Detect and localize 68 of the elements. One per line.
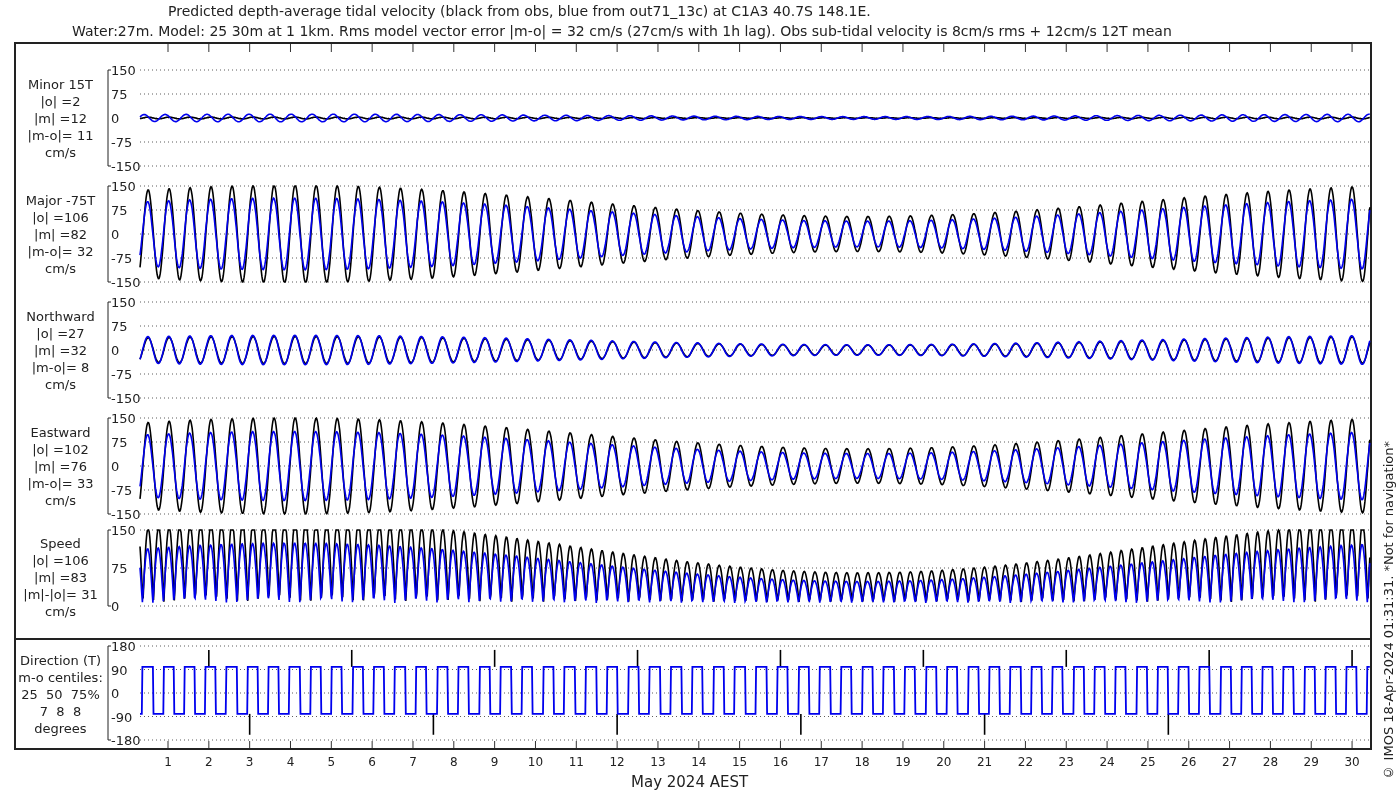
x-tick-label: 4: [286, 755, 295, 769]
y-tick-label: 0: [111, 686, 120, 701]
panel-stats-label: Minor 15T |o| =2 |m| =12 |m-o|= 11 cm/s: [27, 75, 94, 161]
x-tick-label: 5: [327, 755, 336, 769]
x-tick-label: 20: [936, 755, 952, 769]
y-tick-label: 150: [111, 411, 136, 426]
x-tick-label: 29: [1303, 755, 1319, 769]
x-tick-label: 6: [368, 755, 376, 769]
copyright-notice: © IMOS 18-Apr-2024 01:31:31. *Not for navigation*: [1381, 441, 1397, 780]
panel-stats-label: Major -75T |o| =106 |m| =82 |m-o|= 32 cm/s: [25, 191, 96, 277]
x-tick-label: 25: [1140, 755, 1156, 769]
x-tick-label: 15: [732, 755, 748, 769]
y-tick-label: 150: [111, 523, 136, 538]
y-tick-label: 75: [111, 561, 128, 576]
panel-stats-label: Eastward |o| =102 |m| =76 |m-o|= 33 cm/s: [27, 423, 94, 509]
x-tick-label: 18: [854, 755, 870, 769]
panel-stats-label: Northward |o| =27 |m| =32 |m-o|= 8 cm/s: [26, 307, 95, 393]
chart-subtitle: Water:27m. Model: 25 30m at 1 1km. Rms model vector error |m-o| = 32 cm/s (27cm/s with 1h lag). Obs sub-tidal velocity is 8cm/s rms + 12cm/s 12T mean: [72, 22, 1173, 41]
x-tick-label: 12: [609, 755, 625, 769]
y-tick-label: 150: [111, 63, 136, 78]
x-axis-label: May 2024 AEST: [631, 773, 749, 791]
y-tick-label: 90: [111, 662, 128, 678]
x-tick-label: 7: [409, 755, 417, 769]
x-tick-label: 23: [1058, 755, 1074, 769]
x-tick-label: 9: [490, 755, 499, 769]
x-tick-label: 14: [691, 755, 707, 769]
y-tick-label: -180: [111, 733, 141, 748]
y-tick-label: 0: [111, 111, 120, 126]
y-tick-label: 75: [111, 87, 128, 102]
x-tick-label: 17: [813, 755, 829, 769]
y-tick-label: -75: [111, 483, 133, 498]
y-tick-label: 75: [111, 435, 128, 450]
x-tick-label: 21: [976, 755, 993, 769]
y-tick-label: 180: [111, 639, 136, 654]
x-tick-label: 19: [895, 755, 911, 769]
y-tick-label: -75: [111, 367, 133, 382]
x-tick-label: 10: [527, 755, 544, 769]
y-tick-label: 150: [111, 295, 136, 310]
y-tick-label: 0: [111, 227, 120, 242]
x-tick-label: 16: [772, 755, 789, 769]
x-tick-label: 24: [1099, 755, 1115, 769]
chart-title: Predicted depth-average tidal velocity (black from obs, blue from out71_13c) at C1A3 40.7S 148.1E.: [168, 2, 872, 21]
y-tick-label: 150: [111, 179, 136, 194]
y-tick-label: 75: [111, 319, 128, 334]
y-tick-label: 0: [111, 599, 120, 614]
y-tick-label: -90: [111, 709, 133, 725]
x-tick-label: 28: [1262, 755, 1279, 769]
x-tick-label: 11: [568, 755, 584, 769]
y-tick-label: 0: [111, 343, 120, 358]
y-tick-label: -150: [111, 275, 141, 290]
y-tick-label: -150: [111, 159, 141, 174]
panel-stats-label: Direction (T) m-o centiles: 25 50 75% 7 8 8 degrees: [18, 651, 103, 737]
x-tick-label: 22: [1017, 755, 1034, 769]
x-tick-label: 1: [164, 755, 172, 769]
x-tick-label: 8: [450, 755, 458, 769]
panel-stats-label: Speed |o| =106 |m| =83 |m|-|o|= 31 cm/s: [23, 534, 98, 620]
y-tick-label: -75: [111, 251, 133, 266]
x-tick-label: 13: [650, 755, 666, 769]
x-tick-label: 30: [1344, 755, 1360, 769]
x-tick-label: 3: [245, 755, 254, 769]
y-tick-label: -150: [111, 391, 141, 406]
y-tick-label: -150: [111, 507, 141, 522]
y-tick-label: -75: [111, 135, 133, 150]
x-tick-label: 2: [205, 755, 213, 769]
x-tick-label: 26: [1181, 755, 1197, 769]
x-tick-label: 27: [1221, 755, 1238, 769]
y-tick-label: 0: [111, 459, 120, 474]
y-tick-label: 75: [111, 203, 128, 218]
